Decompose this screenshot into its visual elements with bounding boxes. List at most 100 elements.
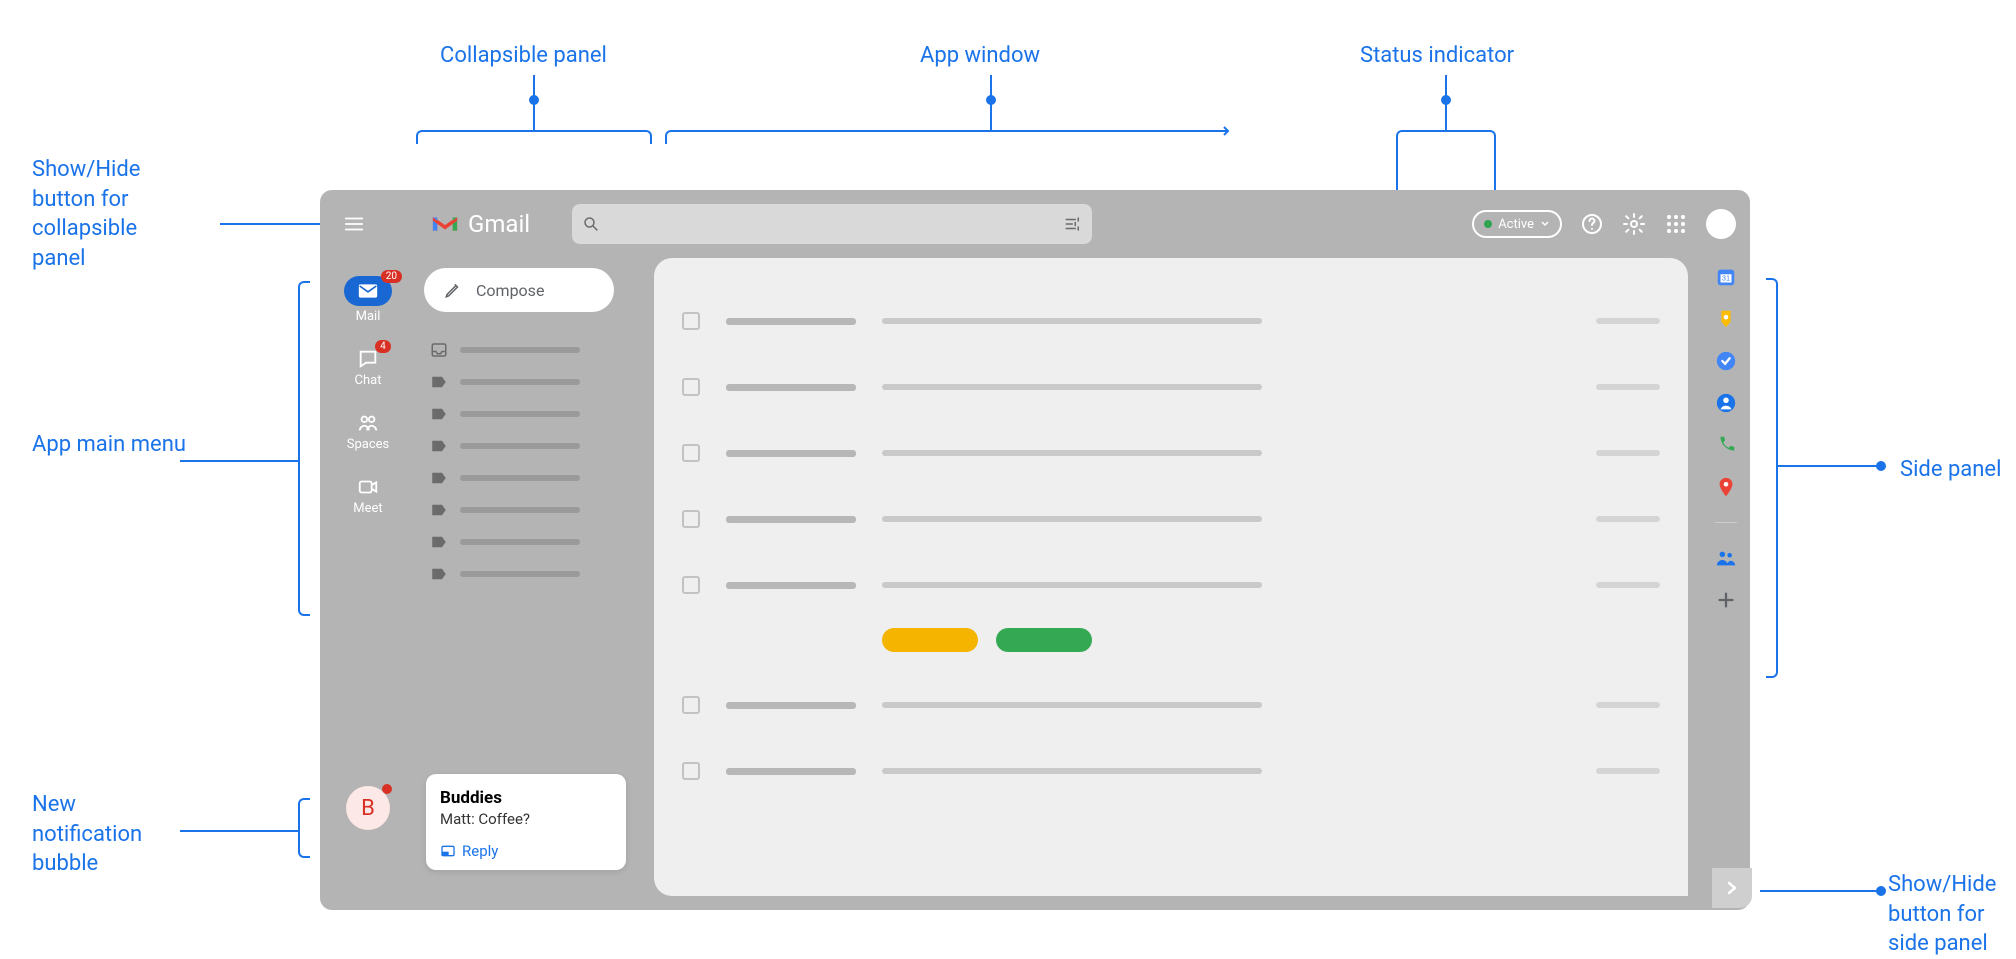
mail-checkbox[interactable] bbox=[682, 312, 700, 330]
folder-item[interactable] bbox=[430, 558, 654, 590]
mail-time-placeholder bbox=[1596, 318, 1660, 324]
folder-item[interactable] bbox=[430, 334, 654, 366]
status-dot-icon bbox=[1484, 220, 1492, 228]
mail-row[interactable] bbox=[682, 420, 1660, 486]
annot-toggle-side: Show/Hide button for side panel bbox=[1888, 870, 1996, 959]
search-input[interactable] bbox=[608, 216, 1056, 233]
settings-icon[interactable] bbox=[1622, 212, 1646, 236]
contacts-button[interactable] bbox=[1715, 392, 1737, 414]
mail-sender-placeholder bbox=[726, 318, 856, 325]
menu-label-meet: Meet bbox=[353, 501, 382, 516]
compose-button[interactable]: Compose bbox=[424, 268, 614, 312]
label-icon bbox=[430, 469, 448, 487]
inbox-area bbox=[654, 258, 1688, 896]
mail-checkbox[interactable] bbox=[682, 576, 700, 594]
suggestion-chip[interactable] bbox=[996, 628, 1092, 652]
folder-placeholder bbox=[460, 507, 580, 513]
menu-label-spaces: Spaces bbox=[347, 437, 390, 452]
label-icon bbox=[430, 565, 448, 583]
calendar-button[interactable]: 31 bbox=[1715, 266, 1737, 288]
folder-item[interactable] bbox=[430, 398, 654, 430]
label-icon bbox=[430, 373, 448, 391]
menu-item-meet[interactable]: Meet bbox=[353, 476, 382, 516]
mail-badge: 20 bbox=[381, 270, 402, 283]
mail-sender-placeholder bbox=[726, 450, 856, 457]
maps-button[interactable] bbox=[1715, 476, 1737, 498]
suggestion-chip[interactable] bbox=[882, 628, 978, 652]
product-name: Gmail bbox=[468, 210, 530, 238]
calendar-icon: 31 bbox=[1715, 266, 1737, 288]
keep-button[interactable] bbox=[1715, 308, 1737, 330]
chevron-down-icon bbox=[1540, 219, 1550, 229]
add-icon bbox=[1715, 589, 1737, 611]
folder-item[interactable] bbox=[430, 462, 654, 494]
help-icon[interactable] bbox=[1580, 212, 1604, 236]
status-indicator[interactable]: Active bbox=[1472, 210, 1562, 238]
app-main-menu: 20 Mail 4 Chat Spaces Meet B bbox=[320, 258, 416, 910]
apps-grid-icon[interactable] bbox=[1664, 212, 1688, 236]
app-window: Gmail Active 20 bbox=[320, 190, 1750, 910]
menu-item-mail[interactable]: 20 Mail bbox=[344, 276, 392, 324]
mail-row[interactable] bbox=[682, 354, 1660, 420]
folder-item[interactable] bbox=[430, 430, 654, 462]
collapsible-panel: Compose Buddies Matt: Coffee? Reply bbox=[416, 258, 654, 910]
search-bar[interactable] bbox=[572, 204, 1092, 244]
inbox-icon bbox=[430, 341, 448, 359]
mail-subject-placeholder bbox=[882, 384, 1262, 390]
side-panel-toggle-button[interactable] bbox=[1712, 868, 1752, 908]
label-icon bbox=[430, 501, 448, 519]
annot-toggle-panel: Show/Hide button for collapsible panel bbox=[32, 155, 140, 274]
annot-side-panel: Side panel bbox=[1900, 455, 2001, 485]
mail-checkbox[interactable] bbox=[682, 444, 700, 462]
mail-subject-placeholder bbox=[882, 516, 1262, 522]
maps-icon bbox=[1715, 476, 1737, 498]
mail-row[interactable] bbox=[682, 738, 1660, 804]
notification-popup: Buddies Matt: Coffee? Reply bbox=[426, 774, 626, 870]
gmail-logo-icon bbox=[430, 213, 460, 235]
account-avatar[interactable] bbox=[1706, 209, 1736, 239]
side-panel-divider bbox=[1715, 522, 1737, 523]
chat-icon bbox=[357, 348, 379, 370]
mail-row[interactable] bbox=[682, 486, 1660, 552]
add-button[interactable] bbox=[1715, 589, 1737, 611]
mail-row[interactable] bbox=[682, 552, 1660, 618]
notif-title: Buddies bbox=[440, 788, 612, 808]
notif-message: Matt: Coffee? bbox=[440, 810, 612, 828]
topbar: Gmail Active bbox=[320, 190, 1750, 258]
mail-checkbox[interactable] bbox=[682, 510, 700, 528]
folder-placeholder bbox=[460, 475, 580, 481]
mail-checkbox[interactable] bbox=[682, 762, 700, 780]
people-button[interactable] bbox=[1715, 547, 1737, 569]
notification-bubble-avatar[interactable]: B bbox=[346, 786, 390, 830]
svg-text:31: 31 bbox=[1722, 274, 1730, 283]
folder-item[interactable] bbox=[430, 366, 654, 398]
search-options-icon[interactable] bbox=[1064, 215, 1082, 233]
menu-item-chat[interactable]: 4 Chat bbox=[355, 348, 382, 388]
hamburger-icon bbox=[343, 213, 365, 235]
side-panel: 31 bbox=[1702, 258, 1750, 910]
contacts-icon bbox=[1715, 392, 1737, 414]
folder-item[interactable] bbox=[430, 494, 654, 526]
chevron-right-icon bbox=[1724, 880, 1740, 896]
label-icon bbox=[430, 437, 448, 455]
people-icon bbox=[1715, 547, 1737, 569]
annot-status: Status indicator bbox=[1360, 41, 1514, 71]
label-icon bbox=[430, 533, 448, 551]
chat-badge: 4 bbox=[375, 340, 391, 353]
mail-row[interactable] bbox=[682, 672, 1660, 738]
mail-checkbox[interactable] bbox=[682, 378, 700, 396]
menu-item-spaces[interactable]: Spaces bbox=[347, 412, 390, 452]
tasks-button[interactable] bbox=[1715, 350, 1737, 372]
mail-icon bbox=[358, 283, 378, 299]
menu-toggle-button[interactable] bbox=[334, 204, 374, 244]
mail-row[interactable] bbox=[682, 288, 1660, 354]
menu-label-mail: Mail bbox=[356, 309, 381, 324]
mail-checkbox[interactable] bbox=[682, 696, 700, 714]
folder-placeholder bbox=[460, 539, 580, 545]
mail-time-placeholder bbox=[1596, 768, 1660, 774]
voice-button[interactable] bbox=[1715, 434, 1737, 456]
mail-subject-placeholder bbox=[882, 702, 1262, 708]
notif-reply-button[interactable]: Reply bbox=[440, 842, 612, 860]
folder-item[interactable] bbox=[430, 526, 654, 558]
mail-subject-placeholder bbox=[882, 450, 1262, 456]
